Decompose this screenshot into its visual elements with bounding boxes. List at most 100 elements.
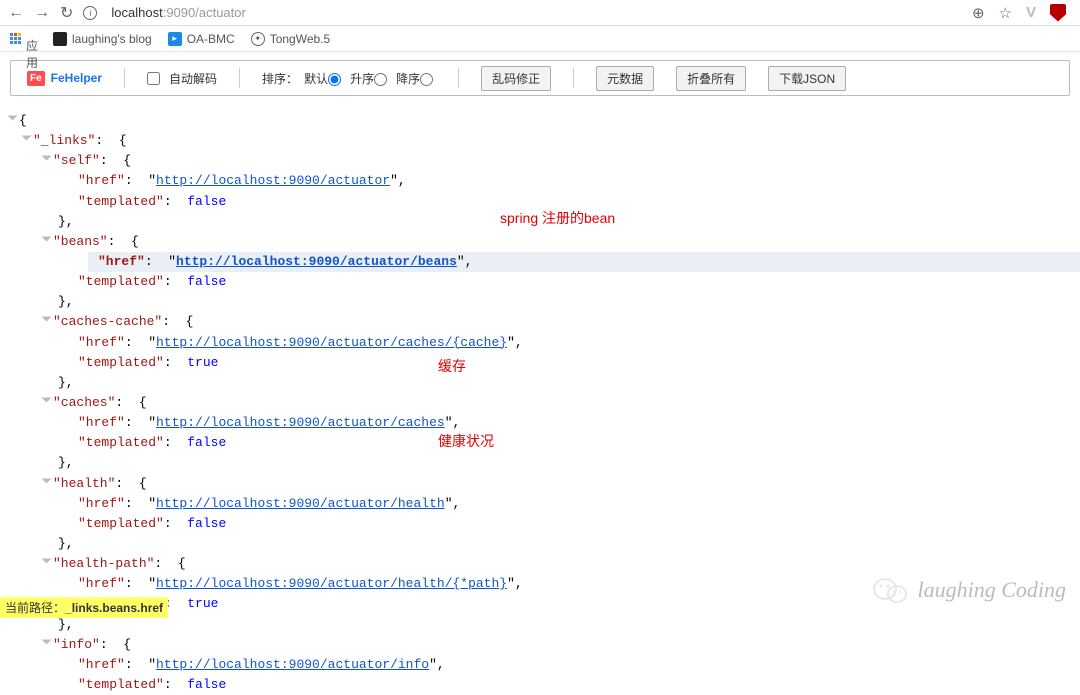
watermark-text: laughing Coding <box>917 577 1066 603</box>
json-key: "templated" <box>78 677 164 692</box>
json-key: "href" <box>98 254 145 269</box>
expand-caret-icon[interactable] <box>42 236 52 241</box>
v-icon[interactable]: V <box>1026 4 1036 21</box>
json-key: "health-path" <box>53 556 154 571</box>
expand-caret-icon[interactable] <box>42 478 52 483</box>
bookmark-oa[interactable]: ▸ OA-BMC <box>168 32 235 46</box>
path-badge-value: _links.beans.href <box>65 601 163 615</box>
brace: { <box>19 113 27 128</box>
divider <box>458 68 459 88</box>
download-json-button[interactable]: 下载JSON <box>768 66 846 91</box>
browser-nav-bar: ← → ↻ i localhost:9090/actuator ⊕ ☆ V <box>0 0 1080 26</box>
brace: : { <box>95 133 126 148</box>
fix-encoding-button[interactable]: 乱码修正 <box>481 66 551 91</box>
fehelper-toolbar: Fe FeHelper 自动解码 排序： 默认 升序 降序 乱码修正 元数据 折叠… <box>10 60 1070 96</box>
expand-caret-icon[interactable] <box>42 397 52 402</box>
json-link[interactable]: http://localhost:9090/actuator/health <box>156 496 445 511</box>
wechat-icon <box>873 576 907 604</box>
json-link[interactable]: http://localhost:9090/actuator/caches/{c… <box>156 335 507 350</box>
json-bool: false <box>187 435 226 450</box>
watermark: laughing Coding <box>873 576 1066 604</box>
sort-asc[interactable]: 升序 <box>350 70 390 87</box>
json-key: "href" <box>78 576 125 591</box>
json-key: "beans" <box>53 234 108 249</box>
expand-caret-icon[interactable] <box>42 156 52 161</box>
json-key: "caches" <box>53 395 115 410</box>
expand-caret-icon[interactable] <box>22 136 32 141</box>
back-button[interactable]: ← <box>8 4 24 22</box>
json-key: "href" <box>78 496 125 511</box>
auto-decode-toggle[interactable]: 自动解码 <box>147 70 217 87</box>
fehelper-brand: Fe FeHelper <box>27 71 102 86</box>
adblock-icon[interactable] <box>1050 4 1066 22</box>
metadata-button[interactable]: 元数据 <box>596 66 654 91</box>
oa-icon: ▸ <box>168 32 182 46</box>
annotation-beans: spring 注册的bean <box>500 208 615 230</box>
annotation-health: 健康状况 <box>438 431 494 453</box>
json-key: "health" <box>53 476 115 491</box>
json-key: "href" <box>78 657 125 672</box>
json-key: "caches-cache" <box>53 314 162 329</box>
json-key: "templated" <box>78 194 164 209</box>
expand-caret-icon[interactable] <box>8 116 18 121</box>
auto-decode-checkbox[interactable] <box>147 72 160 85</box>
json-key: "_links" <box>33 133 95 148</box>
expand-caret-icon[interactable] <box>42 639 52 644</box>
divider <box>124 68 125 88</box>
json-key: "templated" <box>78 355 164 370</box>
expand-caret-icon[interactable] <box>42 317 52 322</box>
sort-default[interactable]: 默认 <box>304 70 344 87</box>
json-link[interactable]: http://localhost:9090/actuator/health/{*… <box>156 576 507 591</box>
json-bool: false <box>187 516 226 531</box>
annotation-caches: 缓存 <box>438 356 466 378</box>
apps-shortcut[interactable]: 应用 <box>10 33 37 44</box>
json-link[interactable]: http://localhost:9090/actuator/caches <box>156 415 445 430</box>
json-key: "info" <box>53 637 100 652</box>
json-key: "self" <box>53 153 100 168</box>
json-key: "templated" <box>78 435 164 450</box>
forward-button[interactable]: → <box>34 4 50 22</box>
json-link[interactable]: http://localhost:9090/actuator <box>156 173 390 188</box>
collapse-all-button[interactable]: 折叠所有 <box>676 66 746 91</box>
expand-caret-icon[interactable] <box>42 559 52 564</box>
tongweb-icon: ✦ <box>251 32 265 46</box>
bookmarks-bar: 应用 laughing's blog ▸ OA-BMC ✦ TongWeb.5 <box>0 26 1080 52</box>
search-icon[interactable]: ⊕ <box>972 4 985 22</box>
json-link[interactable]: http://localhost:9090/actuator/beans <box>176 254 457 269</box>
bookmark-label: laughing's blog <box>72 32 152 46</box>
json-link[interactable]: http://localhost:9090/actuator/info <box>156 657 429 672</box>
bookmark-label: TongWeb.5 <box>270 32 331 46</box>
divider <box>573 68 574 88</box>
current-path-badge: 当前路径：_links.beans.href <box>0 597 168 618</box>
json-bool: false <box>187 274 226 289</box>
json-key: "templated" <box>78 274 164 289</box>
sort-label: 排序： <box>262 70 298 87</box>
sort-default-radio[interactable] <box>328 73 341 86</box>
bookmark-blog[interactable]: laughing's blog <box>53 32 152 46</box>
auto-decode-label: 自动解码 <box>169 70 217 87</box>
sort-desc[interactable]: 降序 <box>396 70 436 87</box>
reload-button[interactable]: ↻ <box>60 3 73 23</box>
sort-asc-radio[interactable] <box>374 73 387 86</box>
json-key: "href" <box>78 415 125 430</box>
address-bar[interactable]: localhost:9090/actuator <box>111 5 962 20</box>
json-key: "templated" <box>78 516 164 531</box>
sort-group: 排序： 默认 升序 降序 <box>262 70 436 87</box>
url-host: localhost <box>111 5 162 20</box>
json-bool: false <box>187 194 226 209</box>
bookmark-tongweb[interactable]: ✦ TongWeb.5 <box>251 32 331 46</box>
site-info-icon[interactable]: i <box>83 6 97 20</box>
bookmark-label: OA-BMC <box>187 32 235 46</box>
json-bool: true <box>187 596 218 611</box>
json-bool: true <box>187 355 218 370</box>
brand-badge: Fe <box>27 71 45 86</box>
json-key: "href" <box>78 335 125 350</box>
path-badge-label: 当前路径： <box>5 601 65 615</box>
sort-desc-radio[interactable] <box>420 73 433 86</box>
blog-icon <box>53 32 67 46</box>
star-icon[interactable]: ☆ <box>999 4 1012 22</box>
json-key: "href" <box>78 173 125 188</box>
brand-label: FeHelper <box>51 71 102 85</box>
highlighted-row[interactable]: "href": "http://localhost:9090/actuator/… <box>88 252 1080 272</box>
json-bool: false <box>187 677 226 692</box>
